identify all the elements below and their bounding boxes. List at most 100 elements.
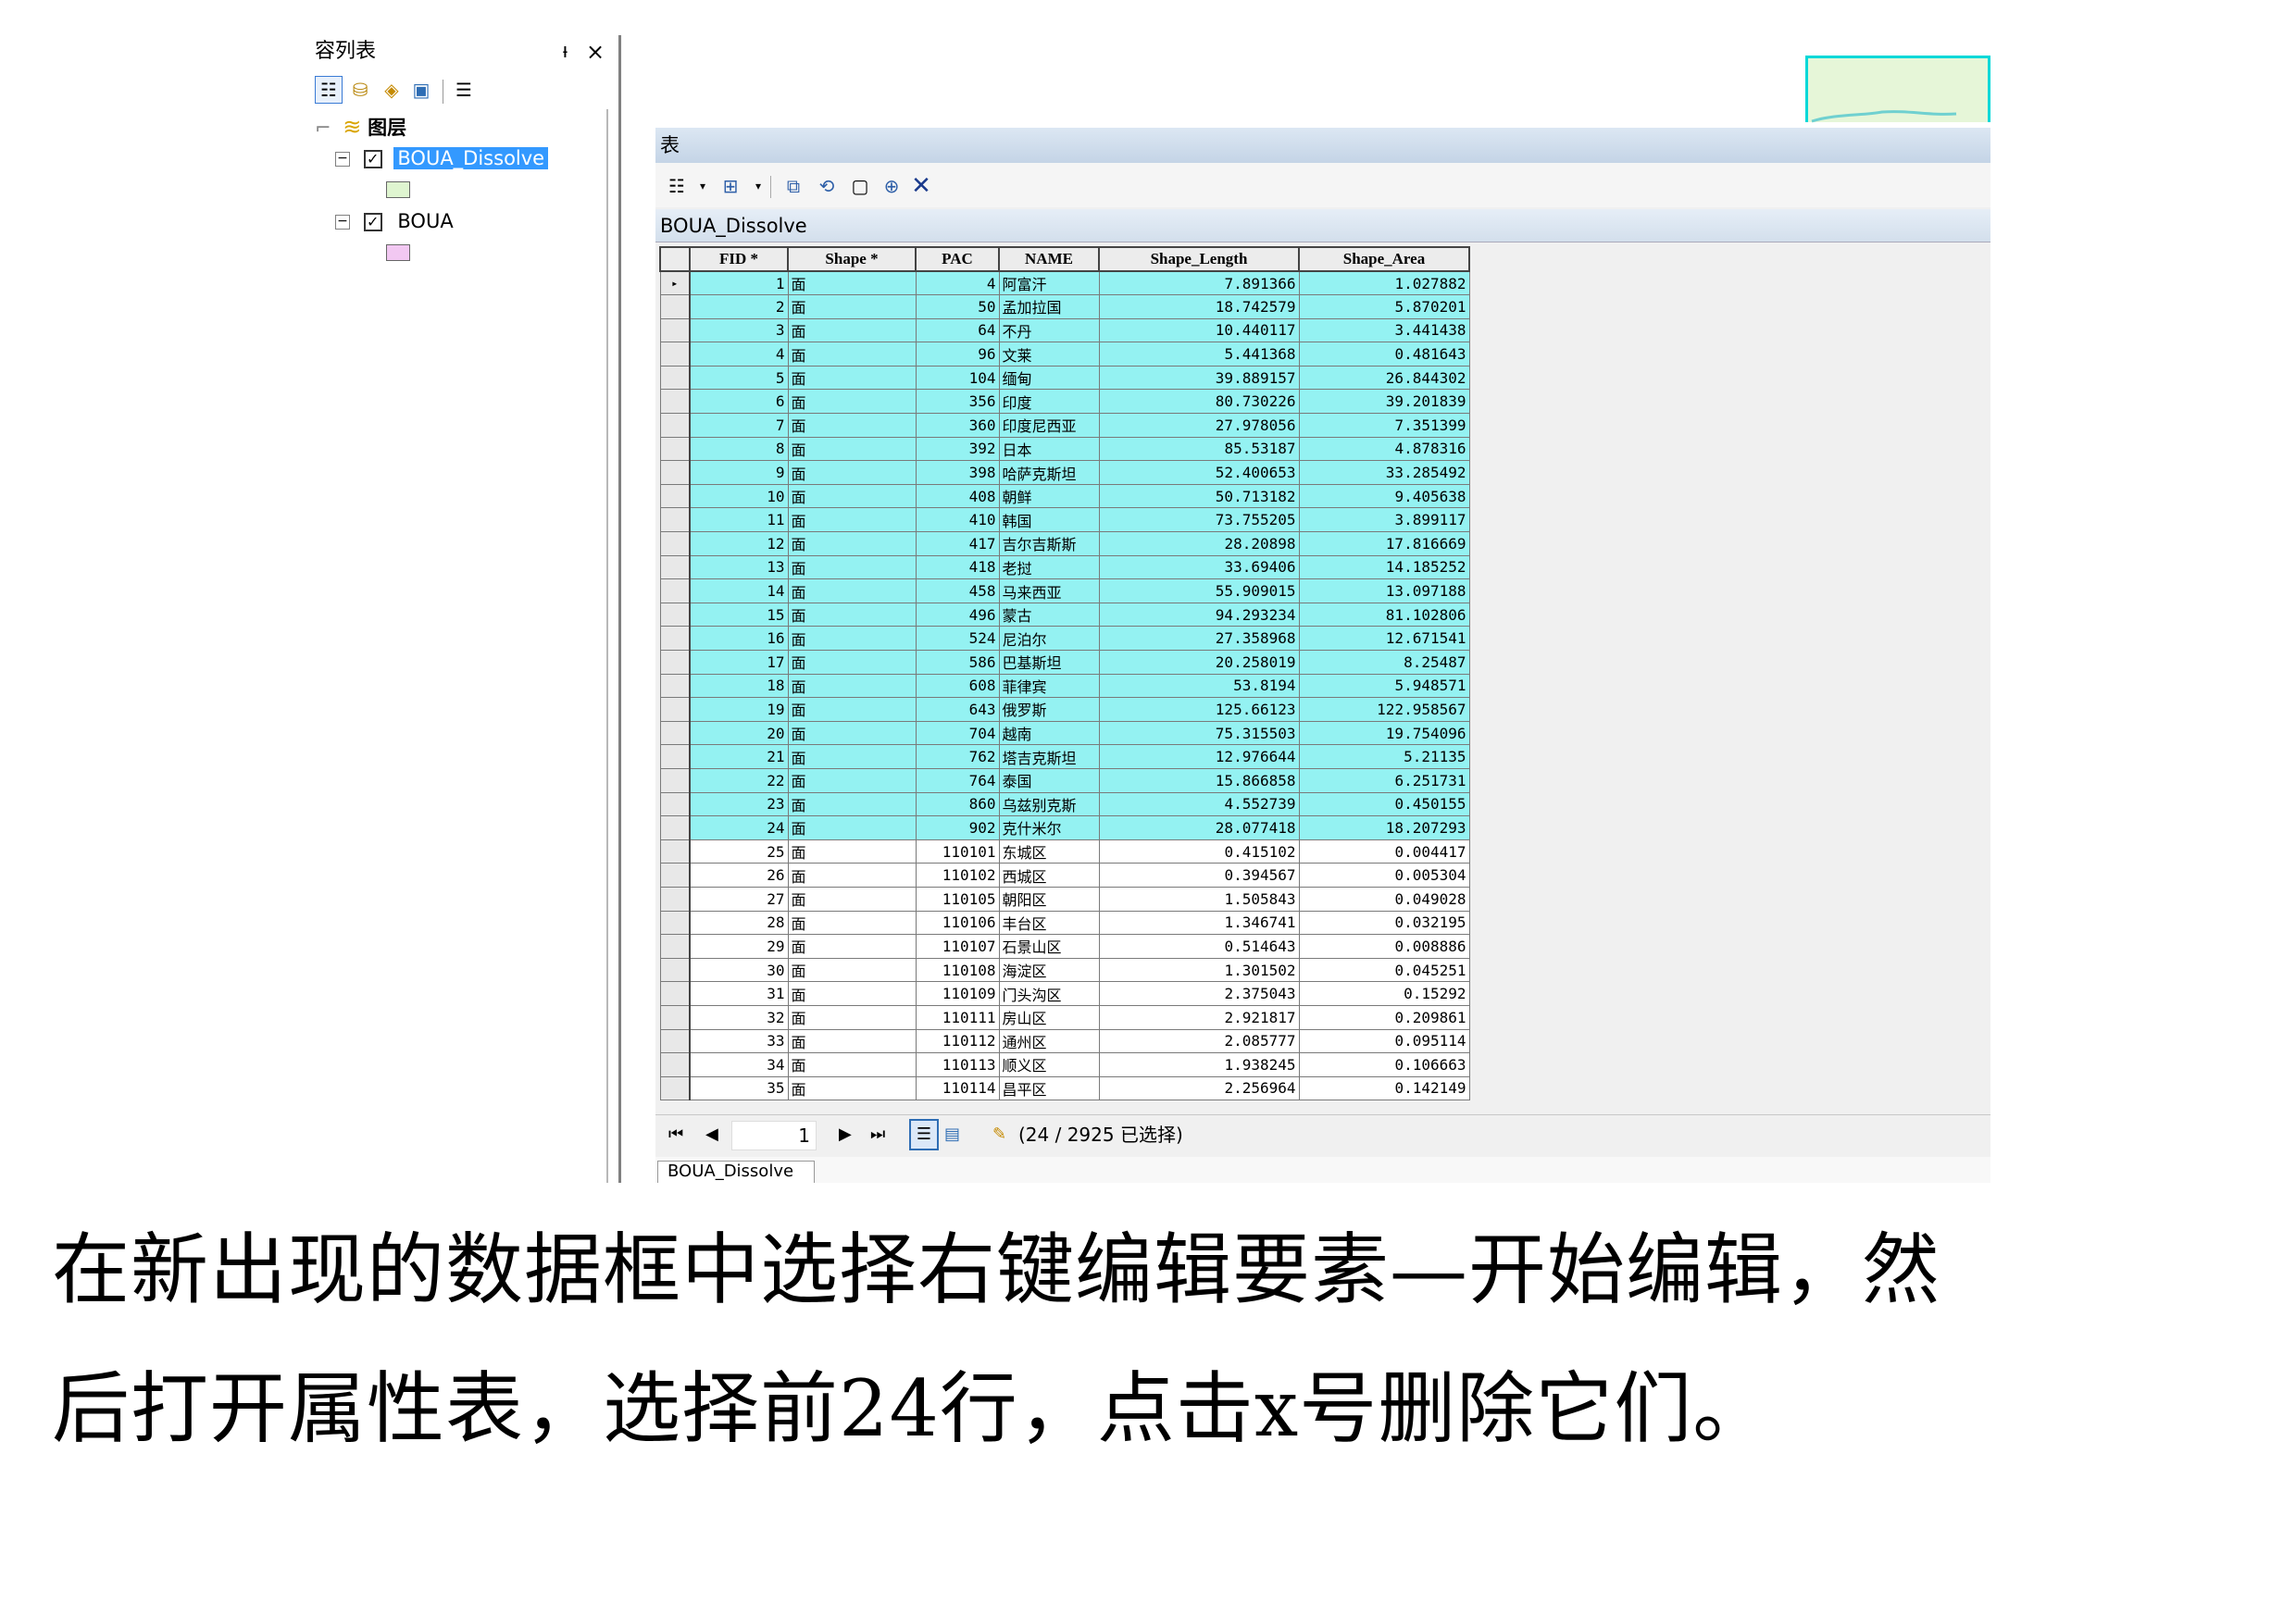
cell-pac[interactable]: 96 <box>915 342 1000 367</box>
select-by-attributes-icon[interactable]: ⧉ <box>780 172 807 200</box>
cell-name[interactable]: 克什米尔 <box>998 815 1100 840</box>
switch-selection-icon[interactable]: ⟲ <box>813 172 841 200</box>
cell-fid[interactable]: 29 <box>689 934 789 959</box>
cell-pac[interactable]: 902 <box>915 815 1000 840</box>
table-row[interactable]: 33 面 110112 通州区 2.085777 0.095114 <box>659 1028 1470 1054</box>
delete-selected-icon[interactable]: ✕ <box>907 172 935 200</box>
cell-pac[interactable]: 110101 <box>915 839 1000 864</box>
cell-shape-area[interactable]: 5.870201 <box>1298 294 1470 319</box>
cell-fid[interactable]: 21 <box>689 744 789 769</box>
cell-pac[interactable]: 762 <box>915 744 1000 769</box>
cell-pac[interactable]: 586 <box>915 650 1000 675</box>
cell-shape-length[interactable]: 73.755205 <box>1098 507 1300 533</box>
table-row[interactable]: 16 面 524 尼泊尔 27.358968 12.671541 <box>659 626 1470 651</box>
cell-shape-area[interactable]: 81.102806 <box>1298 602 1470 628</box>
table-row[interactable]: 32 面 110111 房山区 2.921817 0.209861 <box>659 1004 1470 1030</box>
cell-fid[interactable]: 5 <box>689 365 789 391</box>
table-row[interactable]: ▸ 1 面 4 阿富汗 7.891366 1.027882 <box>659 270 1470 296</box>
cell-shape-length[interactable]: 28.20898 <box>1098 531 1300 556</box>
cell-fid[interactable]: 16 <box>689 626 789 651</box>
cell-shape[interactable]: 面 <box>787 436 917 462</box>
cell-pac[interactable]: 110113 <box>915 1052 1000 1077</box>
row-selector[interactable] <box>659 673 691 699</box>
row-selector[interactable] <box>659 602 691 628</box>
cell-shape-length[interactable]: 4.552739 <box>1098 791 1300 817</box>
row-selector[interactable] <box>659 365 691 391</box>
cell-pac[interactable]: 110114 <box>915 1075 1000 1101</box>
row-selector[interactable] <box>659 1004 691 1030</box>
cell-fid[interactable]: 34 <box>689 1052 789 1077</box>
cell-pac[interactable]: 110111 <box>915 1004 1000 1030</box>
cell-pac[interactable]: 398 <box>915 460 1000 485</box>
cell-shape[interactable]: 面 <box>787 270 917 296</box>
cell-pac[interactable]: 392 <box>915 436 1000 462</box>
table-row[interactable]: 4 面 96 文莱 5.441368 0.481643 <box>659 342 1470 367</box>
cell-shape[interactable]: 面 <box>787 413 917 438</box>
cell-name[interactable]: 吉尔吉斯斯 <box>998 531 1100 556</box>
cell-name[interactable]: 朝鲜 <box>998 483 1100 509</box>
row-selector[interactable] <box>659 981 691 1006</box>
table-row[interactable]: 26 面 110102 西城区 0.394567 0.005304 <box>659 863 1470 888</box>
cell-shape-area[interactable]: 12.671541 <box>1298 626 1470 651</box>
row-selector[interactable] <box>659 342 691 367</box>
table-row[interactable]: 24 面 902 克什米尔 28.077418 18.207293 <box>659 815 1470 840</box>
cell-shape-area[interactable]: 0.049028 <box>1298 886 1470 912</box>
toc-splitter[interactable] <box>618 35 621 1183</box>
cell-shape-area[interactable]: 3.441438 <box>1298 317 1470 343</box>
row-selector[interactable] <box>659 720 691 746</box>
cell-shape[interactable]: 面 <box>787 697 917 722</box>
cell-shape-length[interactable]: 52.400653 <box>1098 460 1300 485</box>
cell-name[interactable]: 印度 <box>998 389 1100 415</box>
cell-name[interactable]: 通州区 <box>998 1028 1100 1054</box>
cell-name[interactable]: 西城区 <box>998 863 1100 888</box>
cell-fid[interactable]: 10 <box>689 483 789 509</box>
cell-shape-length[interactable]: 50.713182 <box>1098 483 1300 509</box>
row-selector[interactable]: ▸ <box>659 270 691 296</box>
column-header-pac[interactable]: PAC <box>915 246 1000 272</box>
row-selector[interactable] <box>659 578 691 603</box>
table-row[interactable]: 34 面 110113 顺义区 1.938245 0.106663 <box>659 1052 1470 1077</box>
cell-name[interactable]: 阿富汗 <box>998 270 1100 296</box>
cell-shape-length[interactable]: 0.394567 <box>1098 863 1300 888</box>
cell-shape-area[interactable]: 5.948571 <box>1298 673 1470 699</box>
cell-shape[interactable]: 面 <box>787 673 917 699</box>
cell-fid[interactable]: 15 <box>689 602 789 628</box>
cell-shape[interactable]: 面 <box>787 767 917 793</box>
cell-shape-length[interactable]: 80.730226 <box>1098 389 1300 415</box>
row-selector[interactable] <box>659 413 691 438</box>
cell-pac[interactable]: 4 <box>915 270 1000 296</box>
cell-shape-length[interactable]: 28.077418 <box>1098 815 1300 840</box>
cell-shape-length[interactable]: 0.415102 <box>1098 839 1300 864</box>
cell-pac[interactable]: 110108 <box>915 957 1000 983</box>
row-selector[interactable] <box>659 483 691 509</box>
cell-shape-area[interactable]: 5.21135 <box>1298 744 1470 769</box>
row-selector[interactable] <box>659 791 691 817</box>
clear-selection-icon[interactable]: ▢ <box>846 172 874 200</box>
cell-shape-length[interactable]: 18.742579 <box>1098 294 1300 319</box>
table-row[interactable]: 20 面 704 越南 75.315503 19.754096 <box>659 720 1470 746</box>
row-selector[interactable] <box>659 815 691 840</box>
row-selector-header[interactable] <box>659 246 691 272</box>
cell-pac[interactable]: 496 <box>915 602 1000 628</box>
cell-shape-length[interactable]: 75.315503 <box>1098 720 1300 746</box>
table-tab[interactable]: BOUA_Dissolve <box>657 1161 815 1183</box>
cell-shape-area[interactable]: 0.004417 <box>1298 839 1470 864</box>
cell-name[interactable]: 文莱 <box>998 342 1100 367</box>
row-selector[interactable] <box>659 839 691 864</box>
cell-shape-length[interactable]: 2.085777 <box>1098 1028 1300 1054</box>
cell-pac[interactable]: 110106 <box>915 910 1000 936</box>
row-selector[interactable] <box>659 626 691 651</box>
cell-shape-area[interactable]: 8.25487 <box>1298 650 1470 675</box>
collapse-icon[interactable]: − <box>335 152 350 167</box>
cell-name[interactable]: 巴基斯坦 <box>998 650 1100 675</box>
cell-shape[interactable]: 面 <box>787 342 917 367</box>
layer-name[interactable]: BOUA <box>397 210 453 232</box>
cell-shape-length[interactable]: 2.256964 <box>1098 1075 1300 1101</box>
table-layer-tab[interactable]: BOUA_Dissolve <box>655 209 1990 242</box>
cell-fid[interactable]: 17 <box>689 650 789 675</box>
column-header-fid[interactable]: FID * <box>689 246 789 272</box>
cell-name[interactable]: 俄罗斯 <box>998 697 1100 722</box>
cell-name[interactable]: 蒙古 <box>998 602 1100 628</box>
cell-pac[interactable]: 860 <box>915 791 1000 817</box>
table-row[interactable]: 9 面 398 哈萨克斯坦 52.400653 33.285492 <box>659 460 1470 485</box>
